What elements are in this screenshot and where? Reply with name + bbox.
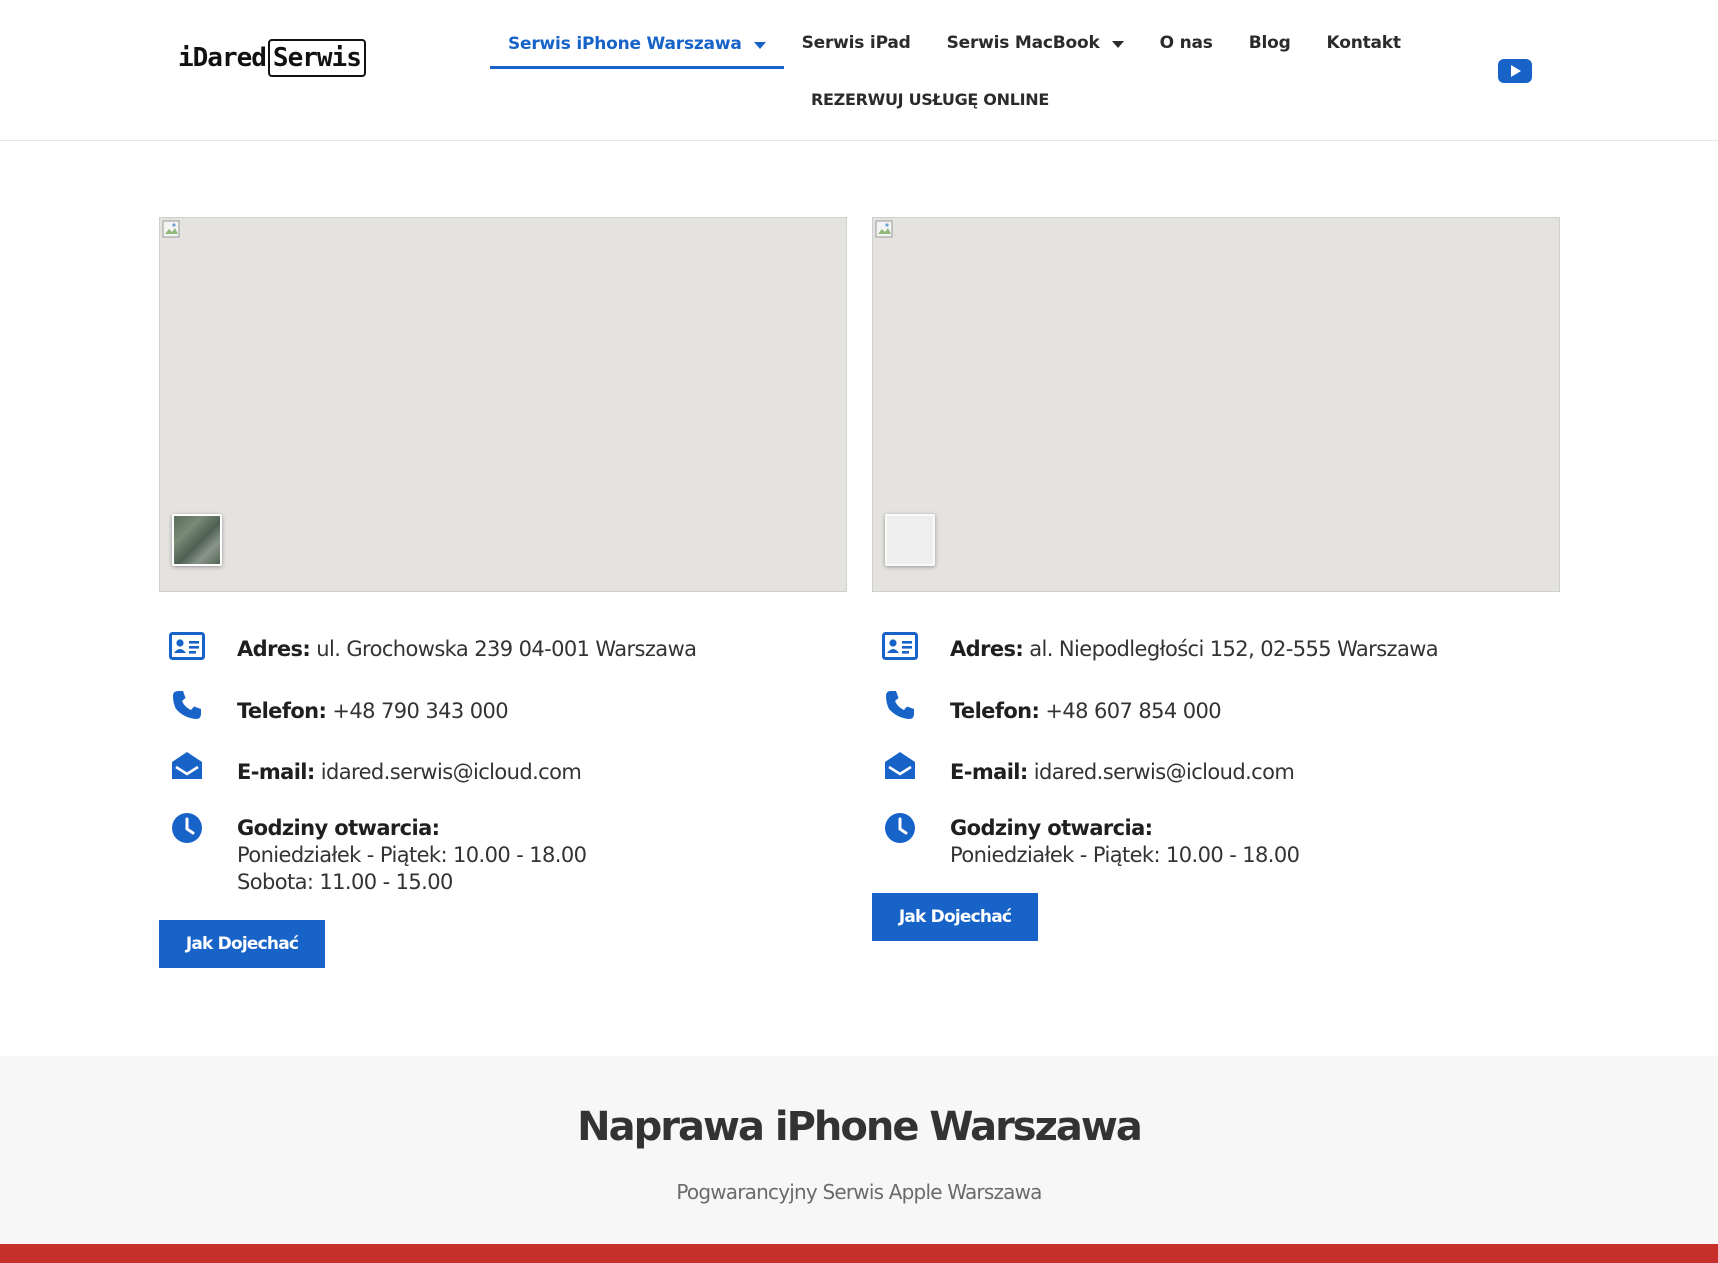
email-value[interactable]: idared.serwis@icloud.com	[321, 760, 582, 784]
map-embed[interactable]	[872, 217, 1560, 592]
envelope-open-icon	[885, 752, 915, 779]
logo-text-left: iDared	[178, 43, 267, 73]
nav-label: Serwis iPhone Warszawa	[508, 34, 742, 54]
satellite-view-toggle[interactable]	[172, 514, 222, 566]
nav-item-serwis-ipad[interactable]: Serwis iPad	[784, 20, 929, 66]
phone-icon	[886, 691, 914, 719]
section-title: Naprawa iPhone Warszawa	[577, 1104, 1143, 1150]
hours-line: Sobota: 11.00 - 15.00	[237, 870, 453, 894]
nav-item-blog[interactable]: Blog	[1231, 20, 1309, 66]
section-subtitle: Pogwarancyjny Serwis Apple Warszawa	[676, 1180, 1042, 1204]
phone-value[interactable]: +48 607 854 000	[1045, 699, 1221, 723]
clock-icon	[885, 813, 915, 843]
address-label: Adres:	[950, 637, 1024, 661]
main-nav: Serwis iPhone Warszawa Serwis iPad Serwi…	[490, 18, 1401, 109]
address-label: Adres:	[237, 637, 311, 661]
envelope-open-icon	[172, 752, 202, 779]
chevron-down-icon	[1111, 40, 1124, 48]
chevron-down-icon	[753, 41, 766, 49]
address-text: Adres: ul. Grochowska 239 04-001 Warszaw…	[237, 636, 697, 663]
nav-label: Serwis MacBook	[946, 33, 1100, 53]
broken-image-icon	[162, 220, 180, 238]
email-label: E-mail:	[237, 760, 315, 784]
phone-label: Telefon:	[950, 699, 1040, 723]
nav-label: Blog	[1248, 33, 1291, 53]
site-logo[interactable]: iDared Serwis	[178, 30, 368, 86]
play-icon	[1511, 65, 1521, 77]
address-card-icon	[882, 632, 918, 660]
directions-button[interactable]: Jak Dojechać	[872, 893, 1038, 941]
broken-image-icon	[875, 220, 893, 238]
nav-label: Serwis iPad	[801, 33, 911, 53]
phone-icon	[173, 691, 201, 719]
intro-section: Naprawa iPhone Warszawa Pogwarancyjny Se…	[0, 1056, 1718, 1244]
nav-label: O nas	[1159, 33, 1213, 53]
nav-item-o-nas[interactable]: O nas	[1142, 20, 1231, 66]
email-text: E-mail: idared.serwis@icloud.com	[950, 759, 1295, 786]
email-label: E-mail:	[950, 760, 1028, 784]
phone-text: Telefon: +48 790 343 000	[237, 698, 509, 725]
hours-label: Godziny otwarcia:	[950, 816, 1153, 840]
site-header: iDared Serwis Serwis iPhone Warszawa Ser…	[0, 0, 1718, 141]
logo-text-right: Serwis	[267, 39, 366, 77]
address-card-icon	[169, 632, 205, 660]
phone-text: Telefon: +48 607 854 000	[950, 698, 1222, 725]
address-value: ul. Grochowska 239 04-001 Warszawa	[316, 637, 697, 661]
hours-text: Godziny otwarcia: Poniedziałek - Piątek:…	[237, 815, 587, 896]
nav-label: Kontakt	[1326, 33, 1401, 53]
address-text: Adres: al. Niepodległości 152, 02-555 Wa…	[950, 636, 1439, 663]
footer-bar	[0, 1244, 1718, 1263]
phone-value[interactable]: +48 790 343 000	[332, 699, 508, 723]
hours-text: Godziny otwarcia: Poniedziałek - Piątek:…	[950, 815, 1300, 869]
hours-label: Godziny otwarcia:	[237, 816, 440, 840]
email-text: E-mail: idared.serwis@icloud.com	[237, 759, 582, 786]
youtube-icon[interactable]	[1498, 59, 1532, 83]
hours-line: Poniedziałek - Piątek: 10.00 - 18.00	[237, 843, 587, 867]
hours-line: Poniedziałek - Piątek: 10.00 - 18.00	[950, 843, 1300, 867]
email-value[interactable]: idared.serwis@icloud.com	[1034, 760, 1295, 784]
clock-icon	[172, 813, 202, 843]
address-value: al. Niepodległości 152, 02-555 Warszawa	[1029, 637, 1439, 661]
nav-item-serwis-macbook[interactable]: Serwis MacBook	[929, 20, 1142, 66]
nav-item-rezerwuj[interactable]: REZERWUJ USŁUGĘ ONLINE	[811, 90, 1049, 109]
map-embed[interactable]	[159, 217, 847, 592]
directions-button[interactable]: Jak Dojechać	[159, 920, 325, 968]
nav-item-kontakt[interactable]: Kontakt	[1309, 20, 1419, 66]
nav-item-serwis-iphone[interactable]: Serwis iPhone Warszawa	[490, 18, 784, 69]
phone-label: Telefon:	[237, 699, 327, 723]
satellite-view-toggle[interactable]	[885, 514, 935, 566]
